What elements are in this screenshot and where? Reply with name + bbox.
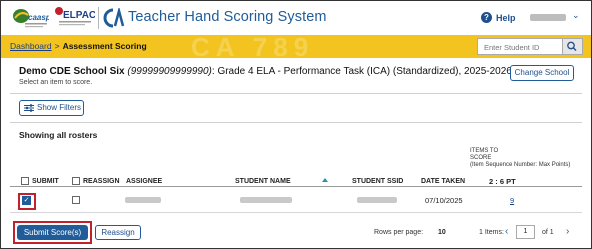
search-icon — [567, 41, 577, 51]
student-id-search-input[interactable]: Enter Student ID — [477, 38, 563, 55]
logo-divider — [98, 7, 99, 29]
help-link[interactable]: ? Help — [481, 12, 516, 23]
items-count: 1 Items: — [479, 229, 504, 236]
chevron-down-icon[interactable]: ⌄ — [572, 10, 580, 21]
filter-sliders-icon — [24, 104, 34, 112]
breadcrumb-band: CA 789 Dashboard > Assessment Scoring Ente… — [1, 35, 591, 58]
sort-ascending-icon[interactable] — [322, 178, 328, 182]
divider — [10, 93, 582, 94]
next-page-icon[interactable]: › — [566, 226, 569, 237]
ca-logo-icon — [103, 8, 125, 28]
page-total: of 1 — [542, 229, 554, 236]
table-header-divider — [10, 186, 582, 187]
search-button[interactable] — [563, 38, 583, 55]
column-header-reassign: REASSIGN — [83, 178, 120, 185]
caaspp-logo: caaspp — [13, 9, 49, 28]
svg-text:ELPAC: ELPAC — [63, 10, 95, 21]
row-submit-checkbox[interactable]: ✓ — [22, 196, 31, 205]
breadcrumb-separator: > — [54, 41, 60, 51]
submit-scores-button[interactable]: Submit Score(s) — [17, 225, 88, 240]
svg-text:caaspp: caaspp — [28, 13, 49, 22]
elpac-logo: ELPAC — [55, 7, 95, 26]
instruction-text: Select an item to score. — [19, 79, 93, 86]
select-all-submit-checkbox[interactable] — [21, 177, 29, 185]
reassign-button[interactable]: Reassign — [95, 225, 141, 240]
help-icon: ? — [481, 12, 492, 23]
app-title: Teacher Hand Scoring System — [128, 9, 327, 25]
column-header-student-name[interactable]: STUDENT NAME — [235, 178, 291, 185]
select-all-reassign-checkbox[interactable] — [72, 177, 80, 185]
items-to-score-line3: (Item Sequence Number: Max Points) — [470, 162, 571, 168]
assignee-redacted — [125, 197, 161, 203]
row-divider — [10, 212, 582, 213]
test-name: : Grade 4 ELA - Performance Task (ICA) (… — [211, 66, 512, 77]
student-ssid-redacted — [357, 197, 397, 203]
previous-page-icon[interactable]: ‹ — [505, 226, 508, 237]
column-header-assignee[interactable]: ASSIGNEE — [126, 178, 162, 185]
show-filters-label: Show Filters — [37, 103, 82, 112]
column-header-student-ssid[interactable]: STUDENT SSID — [352, 178, 403, 185]
items-to-score-line1: ITEMS TO — [470, 148, 499, 154]
school-name: Demo CDE School Six — [19, 66, 125, 77]
school-heading: Demo CDE School Six (99999909999990): Gr… — [19, 66, 512, 77]
top-header: caaspp ELPAC Teacher Hand Scoring System… — [1, 1, 591, 35]
date-taken-cell: 07/10/2025 — [425, 196, 463, 205]
show-filters-button[interactable]: Show Filters — [19, 100, 84, 116]
help-label: Help — [496, 12, 516, 23]
item-points-header: 2 : 6 PT — [489, 177, 516, 186]
rows-per-page-label: Rows per page: — [374, 229, 424, 236]
user-menu[interactable] — [530, 14, 566, 21]
column-header-items-to-score: ITEMS TO SCORE (Item Sequence Number: Ma… — [470, 148, 570, 169]
score-item-link[interactable]: 9 — [510, 196, 514, 205]
school-code: (99999909999990) — [127, 66, 212, 77]
showing-rosters-label: Showing all rosters — [19, 130, 98, 140]
rows-per-page-select[interactable]: 10 — [438, 229, 446, 236]
items-to-score-line2: SCORE — [470, 155, 492, 161]
column-header-submit: SUBMIT — [32, 178, 59, 185]
row-reassign-checkbox[interactable] — [72, 196, 80, 204]
breadcrumb-current: Assessment Scoring — [62, 41, 147, 51]
change-school-button[interactable]: Change School — [510, 65, 574, 81]
column-header-date-taken[interactable]: DATE TAKEN — [421, 178, 465, 185]
band-watermark: CA 789 — [191, 35, 315, 58]
page-number-input[interactable]: 1 — [516, 225, 535, 239]
student-name-redacted — [240, 197, 292, 203]
breadcrumb: Dashboard > Assessment Scoring — [10, 41, 147, 51]
breadcrumb-dashboard-link[interactable]: Dashboard — [10, 41, 52, 51]
divider — [10, 122, 582, 123]
